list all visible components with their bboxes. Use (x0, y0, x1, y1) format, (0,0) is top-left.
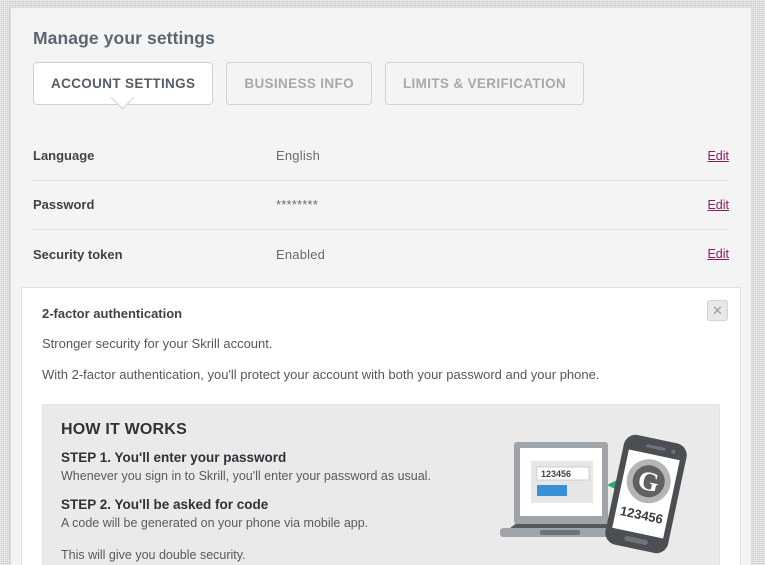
two-factor-title: 2-factor authentication (42, 305, 183, 321)
page-title: Manage your settings (33, 28, 215, 48)
two-factor-illustration: 123456 G 123456 (491, 423, 701, 563)
two-factor-subtitle: Stronger security for your Skrill accoun… (42, 335, 273, 351)
settings-row-language: Language English Edit (33, 132, 729, 181)
row-label: Password (33, 197, 95, 212)
step-2-body: A code will be generated on your phone v… (61, 515, 369, 530)
settings-page-card: Manage your settings ACCOUNT SETTINGS BU… (10, 7, 752, 565)
row-label: Language (33, 148, 95, 163)
step-1-body: Whenever you sign in to Skrill, you'll e… (61, 468, 431, 483)
edit-security-token-link[interactable]: Edit (707, 247, 729, 261)
tab-limits-verification[interactable]: LIMITS & VERIFICATION (384, 62, 585, 105)
tab-account-settings[interactable]: ACCOUNT SETTINGS (33, 62, 214, 105)
settings-tabs: ACCOUNT SETTINGS BUSINESS INFO LIMITS & … (33, 62, 751, 105)
laptop-code-text: 123456 (541, 469, 571, 479)
edit-password-link[interactable]: Edit (707, 198, 729, 212)
close-icon[interactable]: ✕ (707, 299, 728, 321)
how-it-works-panel: HOW IT WORKS STEP 1. You'll enter your p… (42, 403, 720, 565)
step-2-title: STEP 2. You'll be asked for code (61, 496, 269, 512)
how-it-works-footer: This will give you double security. (61, 547, 246, 562)
laptop-trackpad (540, 529, 580, 535)
two-factor-authentication-card: ✕ 2-factor authentication Stronger secur… (21, 286, 741, 565)
settings-row-security-token: Security token Enabled Edit (33, 230, 729, 279)
two-factor-description: With 2-factor authentication, you'll pro… (42, 367, 600, 383)
row-value: ******** (276, 197, 319, 212)
settings-rows: Language English Edit Password ******** … (33, 132, 729, 279)
how-it-works-heading: HOW IT WORKS (61, 420, 187, 438)
step-1-title: STEP 1. You'll enter your password (61, 449, 287, 465)
how-it-works-text: HOW IT WORKS STEP 1. You'll enter your p… (61, 419, 491, 563)
settings-row-password: Password ******** Edit (33, 181, 729, 230)
tab-business-info[interactable]: BUSINESS INFO (226, 62, 372, 105)
edit-language-link[interactable]: Edit (707, 149, 729, 163)
laptop-submit-button (537, 484, 567, 496)
row-value: Enabled (276, 246, 326, 262)
row-label: Security token (33, 246, 123, 262)
row-value: English (276, 148, 321, 163)
laptop-phone-arrow-illustration: 123456 G 123456 (500, 434, 687, 553)
